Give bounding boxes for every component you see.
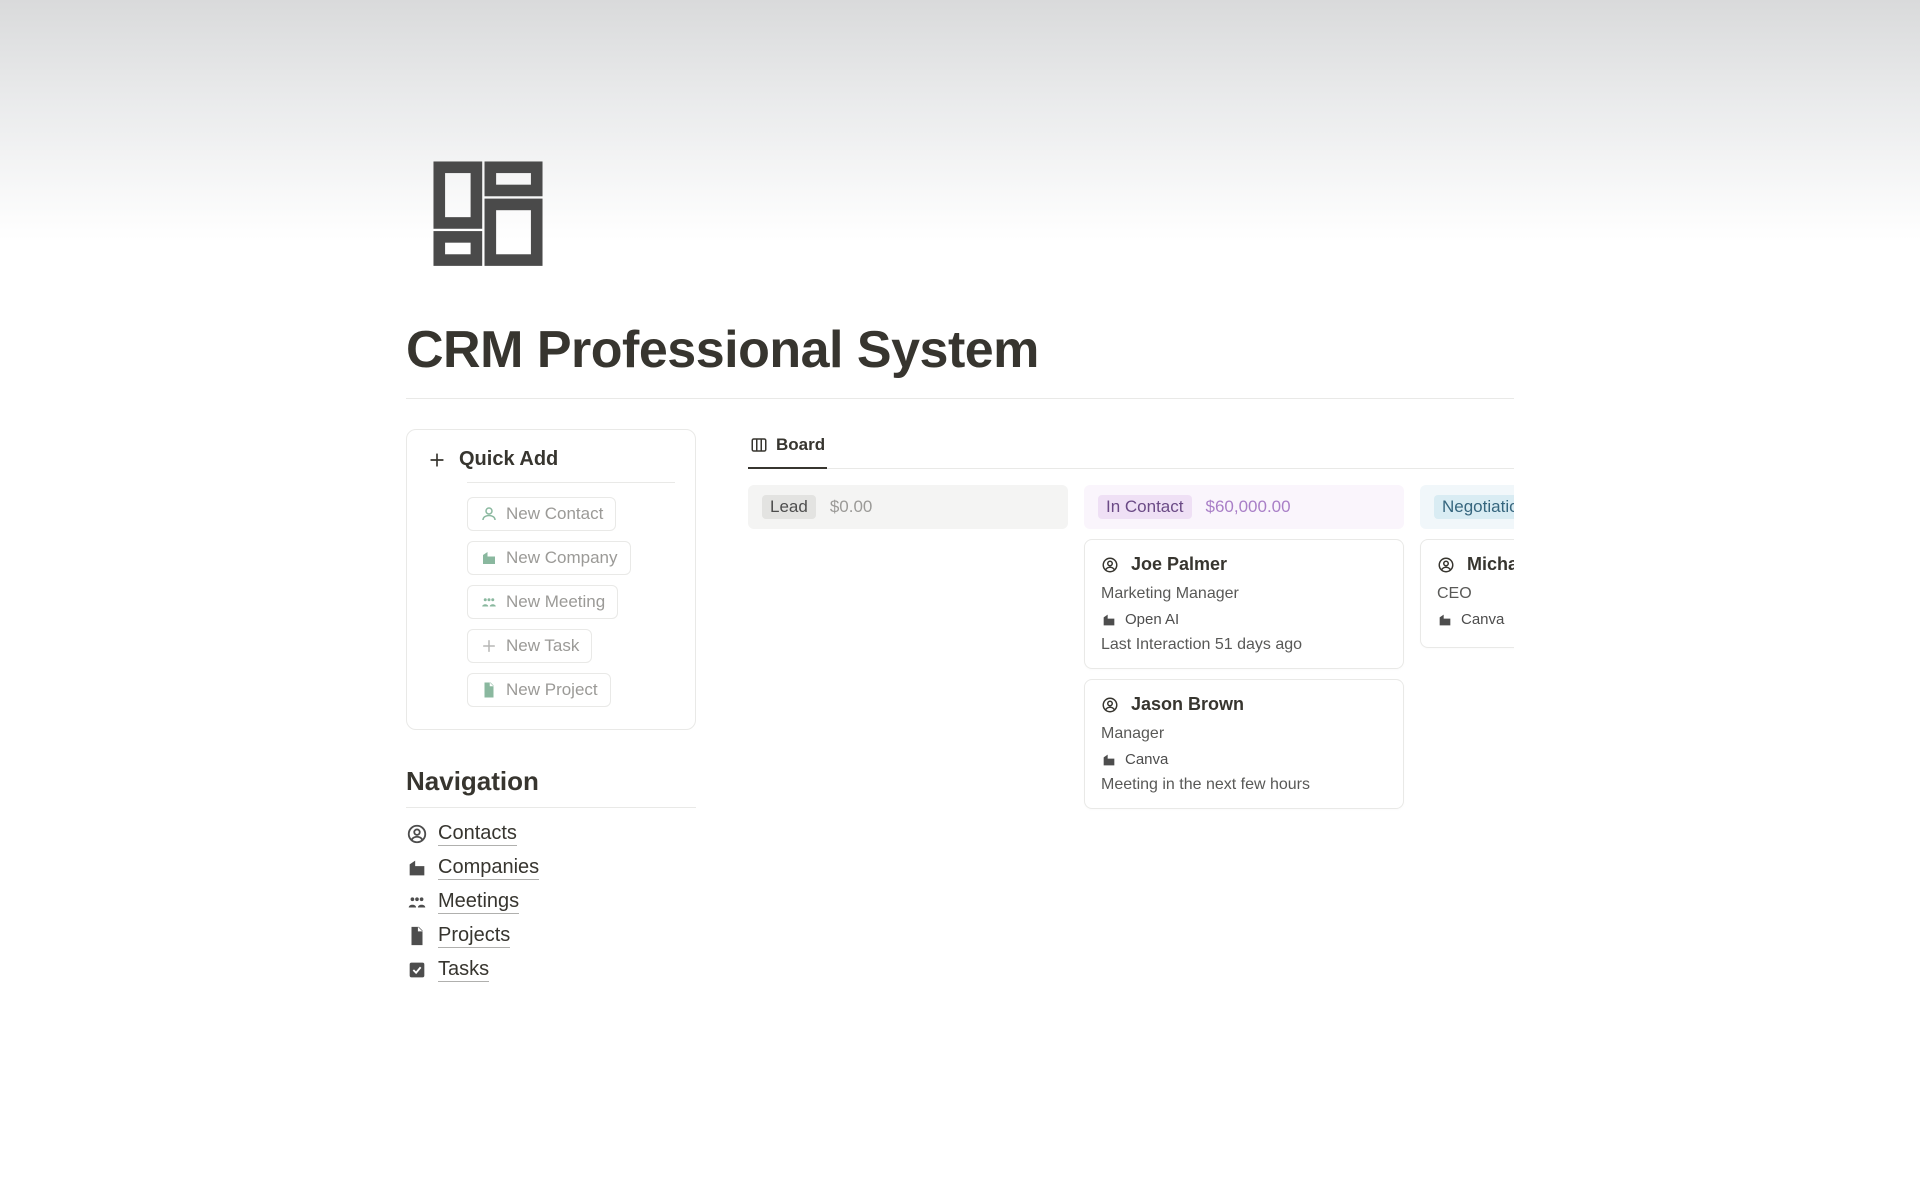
column-in-contact: In Contact $60,000.00 Joe Palmer Marketi… (1084, 485, 1404, 819)
board: Lead $0.00 In Contact $60,000.00 Joe Pal… (748, 485, 1514, 819)
new-contact-button[interactable]: New Contact (467, 497, 616, 531)
quick-add-title: Quick Add (459, 448, 558, 471)
nav-tasks[interactable]: Tasks (406, 958, 696, 982)
column-negotiation: Negotiation $22,000.00 Michael Memphis C… (1420, 485, 1514, 819)
qa-label: New Meeting (506, 592, 605, 612)
column-lead: Lead $0.00 (748, 485, 1068, 819)
column-header[interactable]: Negotiation $22,000.00 (1420, 485, 1514, 529)
page-title: CRM Professional System (406, 240, 1514, 380)
card-name: Michael Memphis (1467, 554, 1514, 575)
card-company: Canva (1437, 611, 1504, 628)
new-task-button[interactable]: New Task (467, 629, 592, 663)
card[interactable]: Joe Palmer Marketing Manager Open AI Las… (1084, 539, 1404, 669)
qa-label: New Contact (506, 504, 603, 524)
view-tabs: Board (748, 429, 1514, 469)
card-company: Open AI (1101, 611, 1179, 628)
nav-contacts[interactable]: Contacts (406, 822, 696, 846)
stage-amount: $0.00 (830, 497, 873, 517)
stage-amount: $60,000.00 (1206, 497, 1291, 517)
card-role: CEO (1437, 585, 1514, 603)
page-icon (430, 158, 546, 274)
company-icon (406, 857, 428, 879)
nav-label: Projects (438, 924, 510, 948)
qa-label: New Project (506, 680, 598, 700)
card-company: Canva (1101, 751, 1168, 768)
card-company-label: Canva (1125, 751, 1168, 768)
qa-label: New Task (506, 636, 579, 656)
stage-tag: Lead (762, 495, 816, 519)
person-icon (1437, 556, 1455, 574)
quick-add-header: Quick Add (427, 448, 675, 483)
card-name: Jason Brown (1131, 694, 1244, 715)
card-role: Manager (1101, 725, 1387, 743)
tab-board[interactable]: Board (748, 429, 827, 469)
company-icon (480, 549, 498, 567)
divider (406, 398, 1514, 399)
card-company-label: Canva (1461, 611, 1504, 628)
company-icon (1437, 612, 1453, 628)
column-header[interactable]: In Contact $60,000.00 (1084, 485, 1404, 529)
contact-icon (480, 505, 498, 523)
card-note: Meeting in the next few hours (1101, 776, 1387, 794)
stage-tag: In Contact (1098, 495, 1192, 519)
new-company-button[interactable]: New Company (467, 541, 631, 575)
nav-label: Contacts (438, 822, 517, 846)
project-icon (406, 925, 428, 947)
navigation-title: Navigation (406, 766, 696, 797)
meeting-icon (480, 593, 498, 611)
card-role: Marketing Manager (1101, 585, 1387, 603)
card[interactable]: Michael Memphis CEO Canva (1420, 539, 1514, 648)
nav-companies[interactable]: Companies (406, 856, 696, 880)
nav-label: Meetings (438, 890, 519, 914)
nav-label: Companies (438, 856, 539, 880)
qa-label: New Company (506, 548, 618, 568)
board-icon (750, 436, 768, 454)
cover-banner (0, 0, 1920, 240)
tab-label: Board (776, 435, 825, 455)
company-icon (1101, 752, 1117, 768)
contact-icon (406, 823, 428, 845)
person-icon (1101, 556, 1119, 574)
stage-tag: Negotiation (1434, 495, 1514, 519)
card[interactable]: Jason Brown Manager Canva Meeting in the… (1084, 679, 1404, 809)
card-name: Joe Palmer (1131, 554, 1227, 575)
divider (406, 807, 696, 808)
nav-label: Tasks (438, 958, 489, 982)
meeting-icon (406, 891, 428, 913)
quick-add-box: Quick Add New Contact New Company New Me… (406, 429, 696, 730)
card-company-label: Open AI (1125, 611, 1179, 628)
person-icon (1101, 696, 1119, 714)
task-icon (406, 959, 428, 981)
new-project-button[interactable]: New Project (467, 673, 611, 707)
plus-icon (427, 450, 447, 470)
company-icon (1101, 612, 1117, 628)
new-meeting-button[interactable]: New Meeting (467, 585, 618, 619)
nav-projects[interactable]: Projects (406, 924, 696, 948)
project-icon (480, 681, 498, 699)
plus-icon (480, 637, 498, 655)
column-header[interactable]: Lead $0.00 (748, 485, 1068, 529)
nav-meetings[interactable]: Meetings (406, 890, 696, 914)
card-note: Last Interaction 51 days ago (1101, 636, 1387, 654)
